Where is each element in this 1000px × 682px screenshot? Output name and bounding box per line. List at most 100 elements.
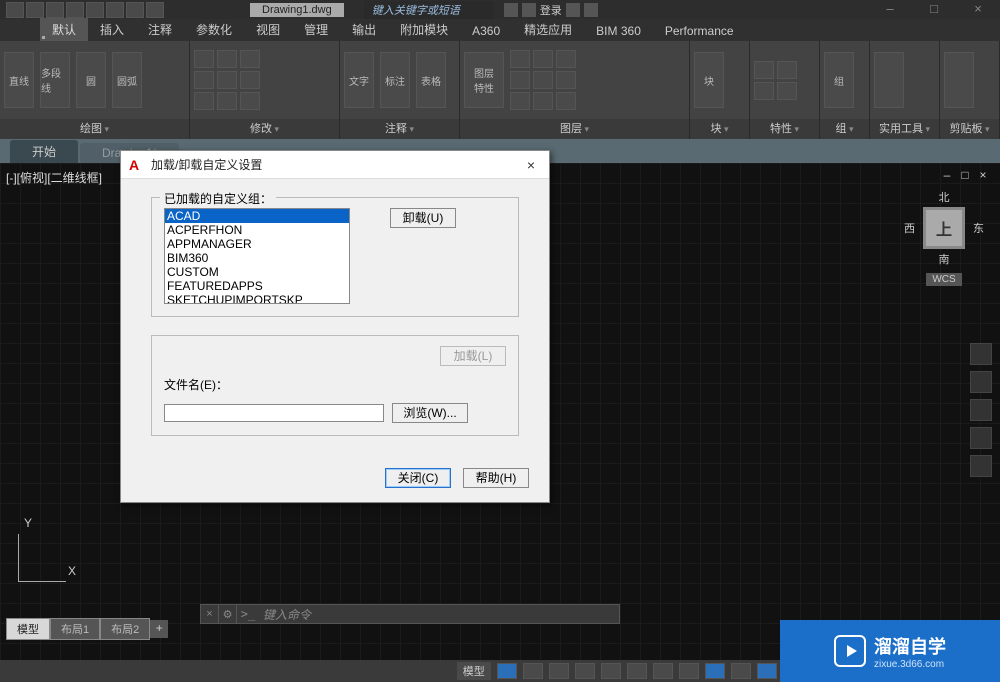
status-otrack-icon[interactable]	[653, 663, 673, 679]
panel-utilities-label[interactable]: 实用工具	[870, 119, 939, 139]
panel-block-label[interactable]: 块	[690, 119, 749, 139]
panel-clipboard-label[interactable]: 剪贴板	[940, 119, 999, 139]
help-search-input[interactable]: 键入关键字或短语	[364, 1, 494, 19]
panel-layers-label[interactable]: 图层	[460, 119, 689, 139]
loaded-groups-listbox[interactable]: ACAD ACPERFHON APPMANAGER BIM360 CUSTOM …	[164, 208, 350, 304]
list-item[interactable]: BIM360	[165, 251, 349, 265]
qat-saveas-icon[interactable]	[86, 2, 104, 18]
cmdline-options-icon[interactable]: ⚙	[219, 605, 237, 623]
nav-pan-icon[interactable]	[970, 371, 992, 393]
viewport-close-icon[interactable]: ×	[976, 169, 990, 183]
status-cycling-icon[interactable]	[731, 663, 751, 679]
ribbon-tab-insert[interactable]: 插入	[88, 18, 136, 41]
command-line[interactable]: × ⚙ >_ 键入命令	[200, 604, 620, 624]
nav-fullnav-icon[interactable]	[970, 343, 992, 365]
ribbon-tab-featured[interactable]: 精选应用	[512, 18, 584, 41]
clipboard-button[interactable]	[944, 52, 974, 108]
qat-plot-icon[interactable]	[106, 2, 124, 18]
cmdline-placeholder[interactable]: 键入命令	[259, 606, 311, 623]
layer-properties-button[interactable]: 图层 特性	[464, 52, 504, 108]
viewport-label[interactable]: [-][俯视][二维线框]	[6, 169, 102, 186]
status-modelspace-button[interactable]: 模型	[457, 662, 491, 680]
wcs-badge[interactable]: WCS	[926, 273, 961, 286]
block-button[interactable]: 块	[694, 52, 724, 108]
ribbon-tab-annotate[interactable]: 注释	[136, 18, 184, 41]
layout-tab-2[interactable]: 布局2	[100, 618, 150, 640]
utilities-button[interactable]	[874, 52, 904, 108]
list-item[interactable]: FEATUREDAPPS	[165, 279, 349, 293]
panel-annotate-label[interactable]: 注释	[340, 119, 459, 139]
list-item[interactable]: SKETCHUPIMPORTSKP	[165, 293, 349, 304]
dialog-close-btn[interactable]: 关闭(C)	[385, 468, 451, 488]
viewcube-south[interactable]: 南	[904, 251, 984, 267]
panel-group-label[interactable]: 组	[820, 119, 869, 139]
close-button[interactable]: ×	[956, 0, 1000, 19]
panel-modify-label[interactable]: 修改	[190, 119, 339, 139]
ribbon-tab-bim360[interactable]: BIM 360	[584, 21, 653, 41]
status-lweight-icon[interactable]	[679, 663, 699, 679]
viewport-minimize-icon[interactable]: –	[940, 169, 954, 183]
qat-new-icon[interactable]	[26, 2, 44, 18]
doc-tab-start[interactable]: 开始	[10, 140, 78, 163]
panel-draw-label[interactable]: 绘图	[0, 119, 189, 139]
viewcube-north[interactable]: 北	[904, 189, 984, 205]
list-item[interactable]: ACAD	[165, 209, 349, 223]
ribbon-tab-performance[interactable]: Performance	[653, 21, 746, 41]
qat-open-icon[interactable]	[46, 2, 64, 18]
qat-app-icon[interactable]	[6, 2, 24, 18]
ribbon-tab-output[interactable]: 输出	[340, 18, 388, 41]
group-button[interactable]: 组	[824, 52, 854, 108]
account-area[interactable]: 登录	[504, 2, 598, 18]
viewcube-east[interactable]: 东	[973, 220, 984, 236]
login-label[interactable]: 登录	[540, 2, 562, 18]
status-quickprops-icon[interactable]	[757, 663, 777, 679]
layout-tab-1[interactable]: 布局1	[50, 618, 100, 640]
maximize-button[interactable]: □	[912, 0, 956, 19]
viewcube[interactable]: 北 西 上 东 南 WCS	[904, 189, 984, 286]
nav-zoom-icon[interactable]	[970, 399, 992, 421]
ribbon-tab-default[interactable]: 默认	[40, 18, 88, 41]
qat-redo-icon[interactable]	[146, 2, 164, 18]
status-3dosnap-icon[interactable]	[627, 663, 647, 679]
list-item[interactable]: APPMANAGER	[165, 237, 349, 251]
viewcube-face[interactable]: 上	[923, 207, 965, 249]
nav-orbit-icon[interactable]	[970, 427, 992, 449]
ribbon-tab-manage[interactable]: 管理	[292, 18, 340, 41]
ribbon-tab-parametric[interactable]: 参数化	[184, 18, 244, 41]
arc-button[interactable]: 圆弧	[112, 52, 142, 108]
unload-button[interactable]: 卸载(U)	[390, 208, 456, 228]
qat-undo-icon[interactable]	[126, 2, 144, 18]
minimize-button[interactable]: –	[868, 0, 912, 19]
dialog-help-btn[interactable]: 帮助(H)	[463, 468, 529, 488]
ribbon-tab-view[interactable]: 视图	[244, 18, 292, 41]
status-ortho-icon[interactable]	[549, 663, 569, 679]
exchange-icon[interactable]	[566, 3, 580, 17]
modify-tools[interactable]	[194, 50, 260, 110]
properties-tools[interactable]	[754, 61, 797, 100]
browse-button[interactable]: 浏览(W)...	[392, 403, 468, 423]
dialog-titlebar[interactable]: A 加载/卸载自定义设置 ×	[121, 151, 549, 179]
status-transparency-icon[interactable]	[705, 663, 725, 679]
nav-showmotion-icon[interactable]	[970, 455, 992, 477]
panel-properties-label[interactable]: 特性	[750, 119, 819, 139]
search-icon[interactable]	[504, 3, 518, 17]
viewcube-west[interactable]: 西	[904, 220, 915, 236]
a360-icon[interactable]	[584, 3, 598, 17]
text-button[interactable]: 文字	[344, 52, 374, 108]
status-grid-icon[interactable]	[497, 663, 517, 679]
layout-tab-model[interactable]: 模型	[6, 618, 50, 640]
filename-input[interactable]	[164, 404, 384, 422]
dimension-button[interactable]: 标注	[380, 52, 410, 108]
qat-save-icon[interactable]	[66, 2, 84, 18]
status-snap-icon[interactable]	[523, 663, 543, 679]
cmdline-close-icon[interactable]: ×	[201, 605, 219, 623]
circle-button[interactable]: 圆	[76, 52, 106, 108]
status-polar-icon[interactable]	[575, 663, 595, 679]
list-item[interactable]: ACPERFHON	[165, 223, 349, 237]
polyline-button[interactable]: 多段线	[40, 52, 70, 108]
table-button[interactable]: 表格	[416, 52, 446, 108]
dialog-close-button[interactable]: ×	[521, 157, 541, 173]
list-item[interactable]: CUSTOM	[165, 265, 349, 279]
line-button[interactable]: 直线	[4, 52, 34, 108]
status-osnap-icon[interactable]	[601, 663, 621, 679]
